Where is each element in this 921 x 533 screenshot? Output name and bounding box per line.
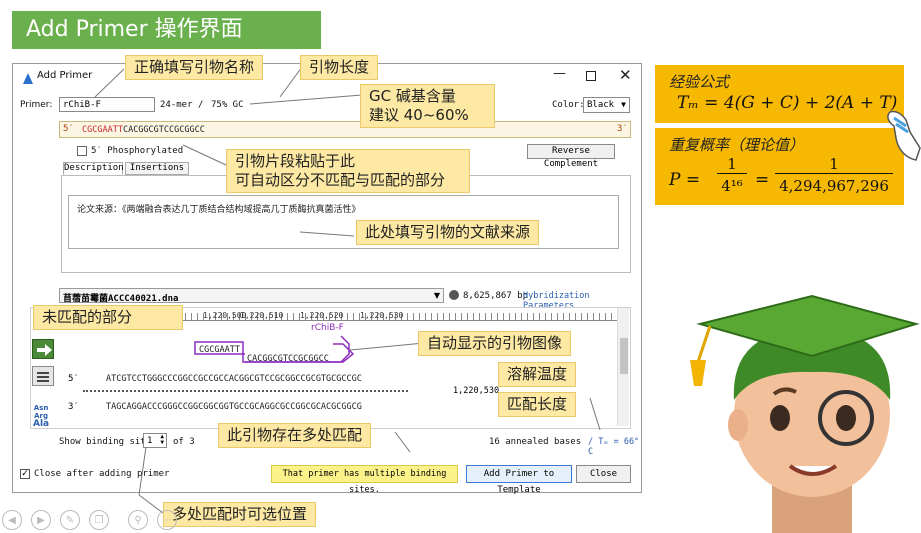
callout-match-length: 匹配长度 [498,392,577,417]
p-equals: = [755,170,770,190]
more-icon[interactable]: ⋯ [157,510,177,530]
fraction2-denominator: 4,294,967,296 [779,177,889,195]
callout-primer-name: 正确填写引物名称 [125,55,264,80]
callout-primer-length: 引物长度 [300,55,379,80]
repeat-probability-title: 重复概率（理论值） [669,136,805,154]
graduate-avatar [690,294,920,533]
fraction1-denominator: 4¹⁶ [721,177,743,195]
empirical-formula-box: 经验公式 Tₘ = 4(G + C) + 2(A + T) [655,65,904,123]
callout-gc-content: GC 碱基含量 建议 40~60% [360,84,495,128]
callout-primer-image: 自动显示的引物图像 [418,331,572,356]
callout-mismatch: 未匹配的部分 [33,305,183,330]
tm-formula: Tₘ = 4(G + C) + 2(A + T) [677,93,898,113]
callout-melting-temp: 溶解温度 [498,362,577,387]
callout-gc-line1: GC 碱基含量 [369,87,456,105]
p-lhs: P = [669,170,701,190]
zoom-icon[interactable]: ⚲ [128,510,148,530]
empirical-formula-title: 经验公式 [669,73,730,91]
copy-icon[interactable]: ❐ [89,510,109,530]
pointing-hand-icon [887,110,921,161]
callout-paste-line1: 引物片段粘贴于此 [235,152,356,170]
repeat-probability-box: 重复概率（理论值） P = 1 4¹⁶ = 1 4,294,967,296 [655,128,904,205]
play-icon[interactable]: ▶ [31,510,51,530]
callout-gc-line2: 建议 40~60% [369,105,469,124]
callout-paste-line2: 可自动区分不匹配与匹配的部分 [235,170,446,189]
callout-multiple-matches: 此引物存在多处匹配 [218,423,372,448]
callout-paste-sequence: 引物片段粘贴于此 可自动区分不匹配与匹配的部分 [226,149,470,193]
callout-select-position: 多处匹配时可选位置 [163,502,317,527]
callout-source: 此处填写引物的文献来源 [356,220,540,245]
previous-icon[interactable]: ◀ [2,510,22,530]
fraction1-numerator: 1 [717,155,747,174]
pen-icon[interactable]: ✎ [60,510,80,530]
